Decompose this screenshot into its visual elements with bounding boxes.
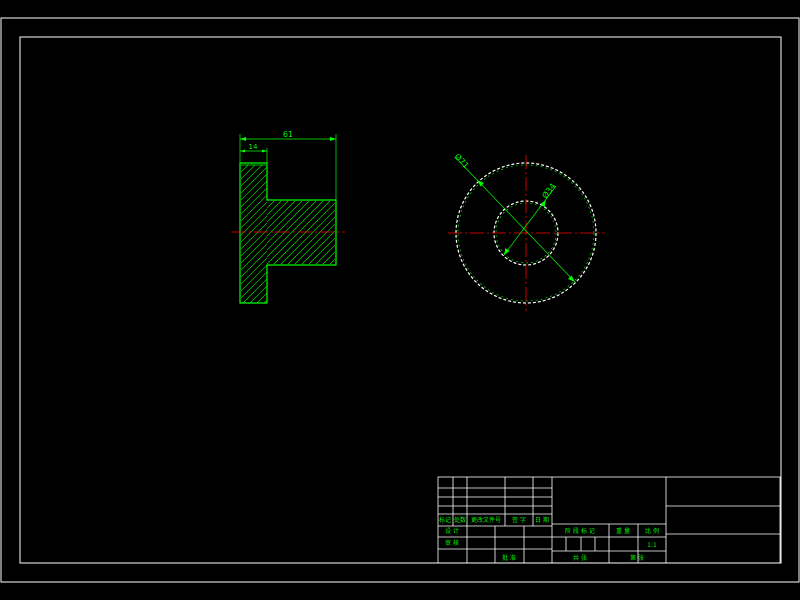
hatch-line [372,201,435,264]
review-label: 审 核 [445,539,459,547]
rev-header-count: 处数 [454,516,466,524]
hatch-line [334,165,472,303]
sheet-inner-border [19,36,782,564]
part-outline [239,162,337,304]
hatch-line [341,165,479,303]
hatch-line [362,165,500,303]
hatch-line [344,201,407,264]
hatch-line [278,165,416,303]
hatch-line [365,201,428,264]
side-view: Ø71 Ø34 [448,151,604,311]
shaft-hatch [267,201,456,264]
hatch-line [404,165,542,303]
hatch-line [393,201,456,264]
dim-text-overall-length: 61 [283,130,293,139]
hatch-line [249,285,267,303]
hatch-line [397,165,535,303]
hatch-line [351,201,414,264]
hatch-line [383,165,521,303]
rev-header-sign: 签 字 [512,516,526,524]
dim-text-flange-thickness: 14 [249,143,258,151]
hatch-line [271,165,409,303]
hatch-line [267,201,310,244]
hatch-line [267,201,303,237]
hatch-line [376,165,514,303]
dim-arrow-right [330,137,336,141]
hatch-line [241,165,242,166]
dim-arrow-flange-left [240,149,245,153]
title-name-table [666,505,780,535]
hatch-line [355,165,493,303]
weight-label: 重 量 [616,527,630,535]
sheet-outer-border [0,17,800,583]
hatch-line [273,202,335,264]
hatch-line [322,251,335,264]
hatch-line [285,165,423,303]
scale-value: 1:1 [647,542,657,549]
hatch-line [379,201,442,264]
hatch-line [267,201,324,258]
hatch-line [256,292,267,303]
hatch-line [241,166,267,194]
hatch-line [242,278,267,303]
dim-text-inner-diameter: Ø34 [540,181,558,200]
hatch-line [301,230,335,264]
sheet-no-label: 第 张 [630,554,644,562]
hatch-line [241,264,267,292]
rev-header-mark: 标记 [439,516,451,524]
dim-arrow-outer-b [568,275,575,282]
dim-text-outer-diameter: Ø71 [453,151,472,170]
rev-header-date: 日 期 [535,516,549,524]
design-label: 设 计 [445,527,459,535]
hatch-line [267,201,331,264]
hatch-line [299,165,437,303]
hatch-line [329,258,335,264]
rev-header-docno: 更改文件号 [471,516,501,524]
sheet-total-label: 共 张 [573,554,587,562]
hatch-line [337,201,400,264]
dim-arrow-left [240,137,246,141]
hatch-line [241,271,267,299]
hatch-line [386,201,449,264]
title-block-text: 标记 处数 更改文件号 签 字 日 期 设 计 审 核 批 准 阶 段 标 记 … [439,516,659,562]
dim-line-outer-diameter [455,157,577,284]
hatch-line [306,165,444,303]
hatch-line [292,165,430,303]
dim-arrow-outer-a [477,180,484,187]
hatch-line [241,165,256,180]
front-section-view: 61 14 [232,130,542,304]
hatch-line [313,165,451,303]
hatch-line [390,165,528,303]
stage-label: 阶 段 标 记 [565,527,595,535]
hatch-line [241,165,249,173]
hatch-line [294,223,335,264]
hatch-line [358,201,421,264]
hatch-line [348,165,486,303]
approve-label: 批 准 [502,554,516,562]
stage-weight-scale-table [552,477,667,563]
dim-arrow-flange-right [262,149,267,153]
hatch-line [308,237,335,264]
hatch-line [287,216,335,264]
hatch-line [280,209,335,264]
hatch-line [369,165,507,303]
hatch-line [320,165,458,303]
drawing-canvas: 61 14 Ø71 Ø34 标记 处数 更改文件号 签 字 日 期 设 计 审 … [0,17,800,583]
hatch-line [327,165,465,303]
hatch-line [263,299,267,303]
hatch-line [241,180,267,208]
hatch-line [267,201,317,251]
hatch-line [241,165,263,187]
hatch-line [241,257,267,285]
hatch-line [315,244,335,264]
scale-label: 比 例 [645,527,659,535]
hatch-line [241,173,267,201]
